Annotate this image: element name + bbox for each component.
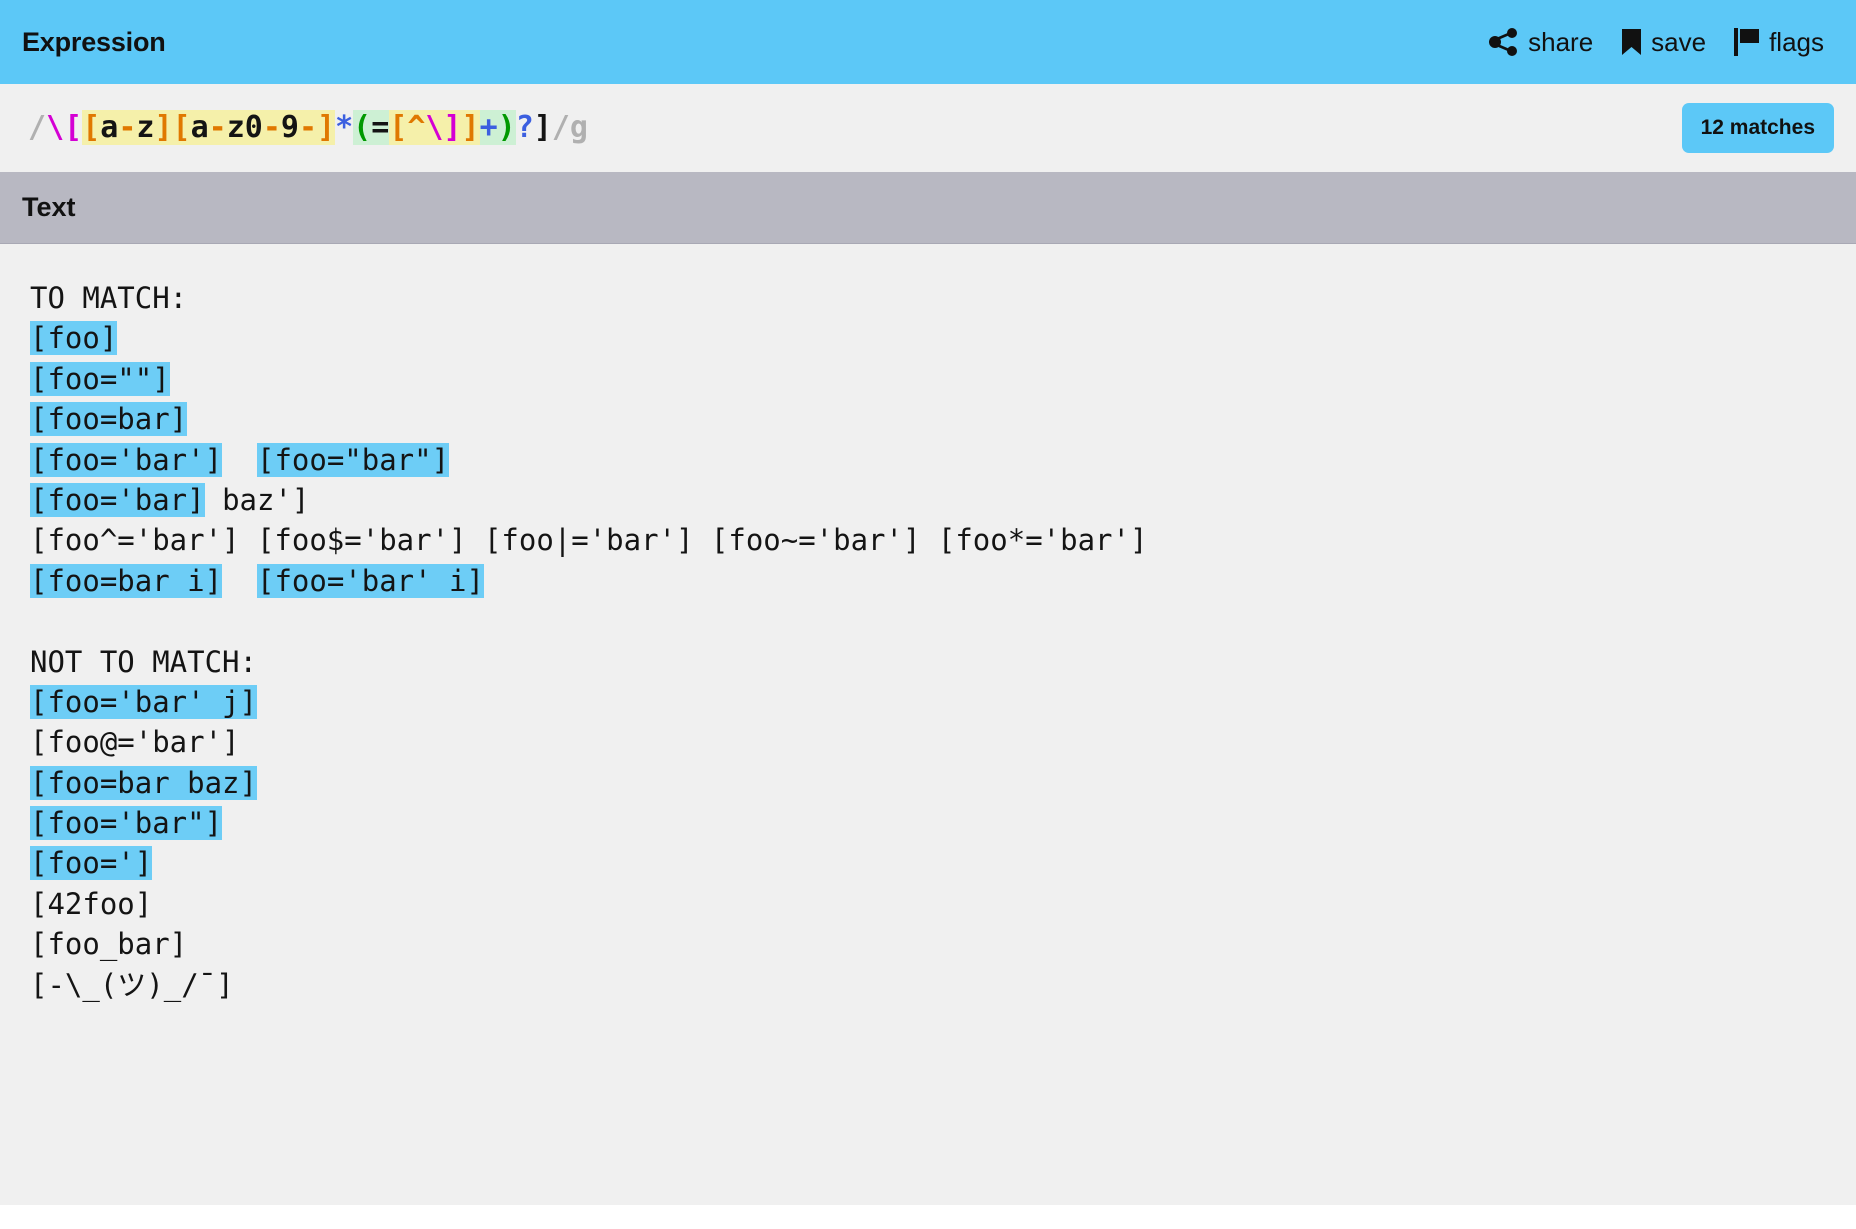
expression-header: Expression share [0, 0, 1856, 84]
regex-token-2: [ [82, 110, 100, 145]
text-segment [222, 443, 257, 477]
match-count-badge[interactable]: 12 matches [1682, 103, 1834, 153]
text-line: TO MATCH: [30, 278, 1834, 318]
regex-token-18: = [371, 110, 389, 145]
regex-token-23: + [480, 110, 498, 145]
match-highlight: [foo=bar i] [30, 564, 222, 598]
text-line: [foo='bar'] [foo="bar"] [30, 440, 1834, 480]
match-highlight: [foo='bar' i] [257, 564, 484, 598]
regex-token-22: ] [462, 110, 480, 145]
regex-input[interactable]: /\[[a-z][a-z0-9-]*(=[^\]]+)?]/g [28, 106, 588, 150]
save-label: save [1651, 27, 1706, 58]
regex-token-10: z [227, 110, 245, 145]
regex-token-15: ] [317, 110, 335, 145]
text-line: [foo='bar] baz'] [30, 480, 1834, 520]
text-line: [42foo] [30, 884, 1834, 924]
regex-token-9: - [209, 110, 227, 145]
text-line: [foo_bar] [30, 924, 1834, 964]
share-nodes-icon [1489, 28, 1519, 56]
regex-token-24: ) [498, 110, 516, 145]
text-line: [foo=bar i] [foo='bar' i] [30, 561, 1834, 601]
text-line: [foo='bar"] [30, 803, 1834, 843]
text-blank-line [30, 601, 1834, 641]
text-line: [foo@='bar'] [30, 722, 1834, 762]
regex-token-27: / [552, 110, 570, 145]
match-highlight: [foo='bar' j] [30, 685, 257, 719]
bottom-strip [0, 1205, 1856, 1229]
text-segment: [-\_(ツ)_/¯] [30, 968, 234, 1002]
text-input-area[interactable]: TO MATCH: [foo] [foo=""] [foo=bar] [foo='bar… [0, 244, 1856, 1205]
test-text[interactable]: TO MATCH: [foo] [foo=""] [foo=bar] [foo='bar… [30, 278, 1834, 1005]
page-title: Expression [22, 27, 166, 58]
text-segment: [42foo] [30, 887, 152, 921]
match-highlight: [foo='bar'] [30, 443, 222, 477]
text-line: NOT TO MATCH: [30, 642, 1834, 682]
regex-token-21: \] [425, 110, 461, 145]
regex-token-12: - [263, 110, 281, 145]
match-highlight: [foo='bar"] [30, 806, 222, 840]
text-section-title: Text [22, 192, 76, 223]
text-segment: [foo^='bar'] [foo$='bar'] [foo|='bar'] [… [30, 523, 1147, 557]
match-highlight: [foo='] [30, 846, 152, 880]
regex-token-28: g [570, 110, 588, 145]
regex-tester-app: Expression share [0, 0, 1856, 1229]
regex-token-8: a [191, 110, 209, 145]
text-line: [foo='bar' j] [30, 682, 1834, 722]
regex-token-17: ( [353, 110, 371, 145]
bookmark-icon [1621, 28, 1642, 56]
text-line: [foo] [30, 318, 1834, 358]
regex-token-4: - [118, 110, 136, 145]
text-section-header: Text [0, 172, 1856, 244]
text-segment [222, 564, 257, 598]
text-segment: baz'] [205, 483, 310, 517]
match-highlight: [foo='bar] [30, 483, 205, 517]
regex-token-25: ? [516, 110, 534, 145]
text-segment: TO MATCH: [30, 281, 187, 315]
regex-token-16: * [335, 110, 353, 145]
match-highlight: [foo] [30, 321, 117, 355]
regex-token-13: 9 [281, 110, 299, 145]
regex-token-19: [ [389, 110, 407, 145]
regex-token-14: - [299, 110, 317, 145]
match-highlight: [foo="bar"] [257, 443, 449, 477]
text-line: [foo=bar] [30, 399, 1834, 439]
flags-button[interactable]: flags [1734, 27, 1824, 58]
text-line: [foo=""] [30, 359, 1834, 399]
share-label: share [1528, 27, 1593, 58]
match-highlight: [foo=bar] [30, 402, 187, 436]
regex-token-26: ] [534, 110, 552, 145]
flag-icon [1734, 28, 1760, 56]
text-segment: [foo@='bar'] [30, 725, 240, 759]
regex-token-1: \[ [46, 110, 82, 145]
regex-token-20: ^ [407, 110, 425, 145]
share-button[interactable]: share [1489, 27, 1593, 58]
text-segment: NOT TO MATCH: [30, 645, 257, 679]
regex-token-6: ] [154, 110, 172, 145]
text-segment: [foo_bar] [30, 927, 187, 961]
text-line: [-\_(ツ)_/¯] [30, 965, 1834, 1005]
regex-token-11: 0 [245, 110, 263, 145]
text-line: [foo=bar baz] [30, 763, 1834, 803]
regex-token-0: / [28, 110, 46, 145]
regex-token-7: [ [173, 110, 191, 145]
match-highlight: [foo=bar baz] [30, 766, 257, 800]
expression-bar: /\[[a-z][a-z0-9-]*(=[^\]]+)?]/g 12 match… [0, 84, 1856, 172]
text-line: [foo^='bar'] [foo$='bar'] [foo|='bar'] [… [30, 520, 1834, 560]
match-highlight: [foo=""] [30, 362, 170, 396]
flags-label: flags [1769, 27, 1824, 58]
regex-token-5: z [136, 110, 154, 145]
text-line: [foo='] [30, 843, 1834, 883]
regex-token-3: a [100, 110, 118, 145]
header-actions: share save flags [1489, 27, 1834, 58]
save-button[interactable]: save [1621, 27, 1706, 58]
